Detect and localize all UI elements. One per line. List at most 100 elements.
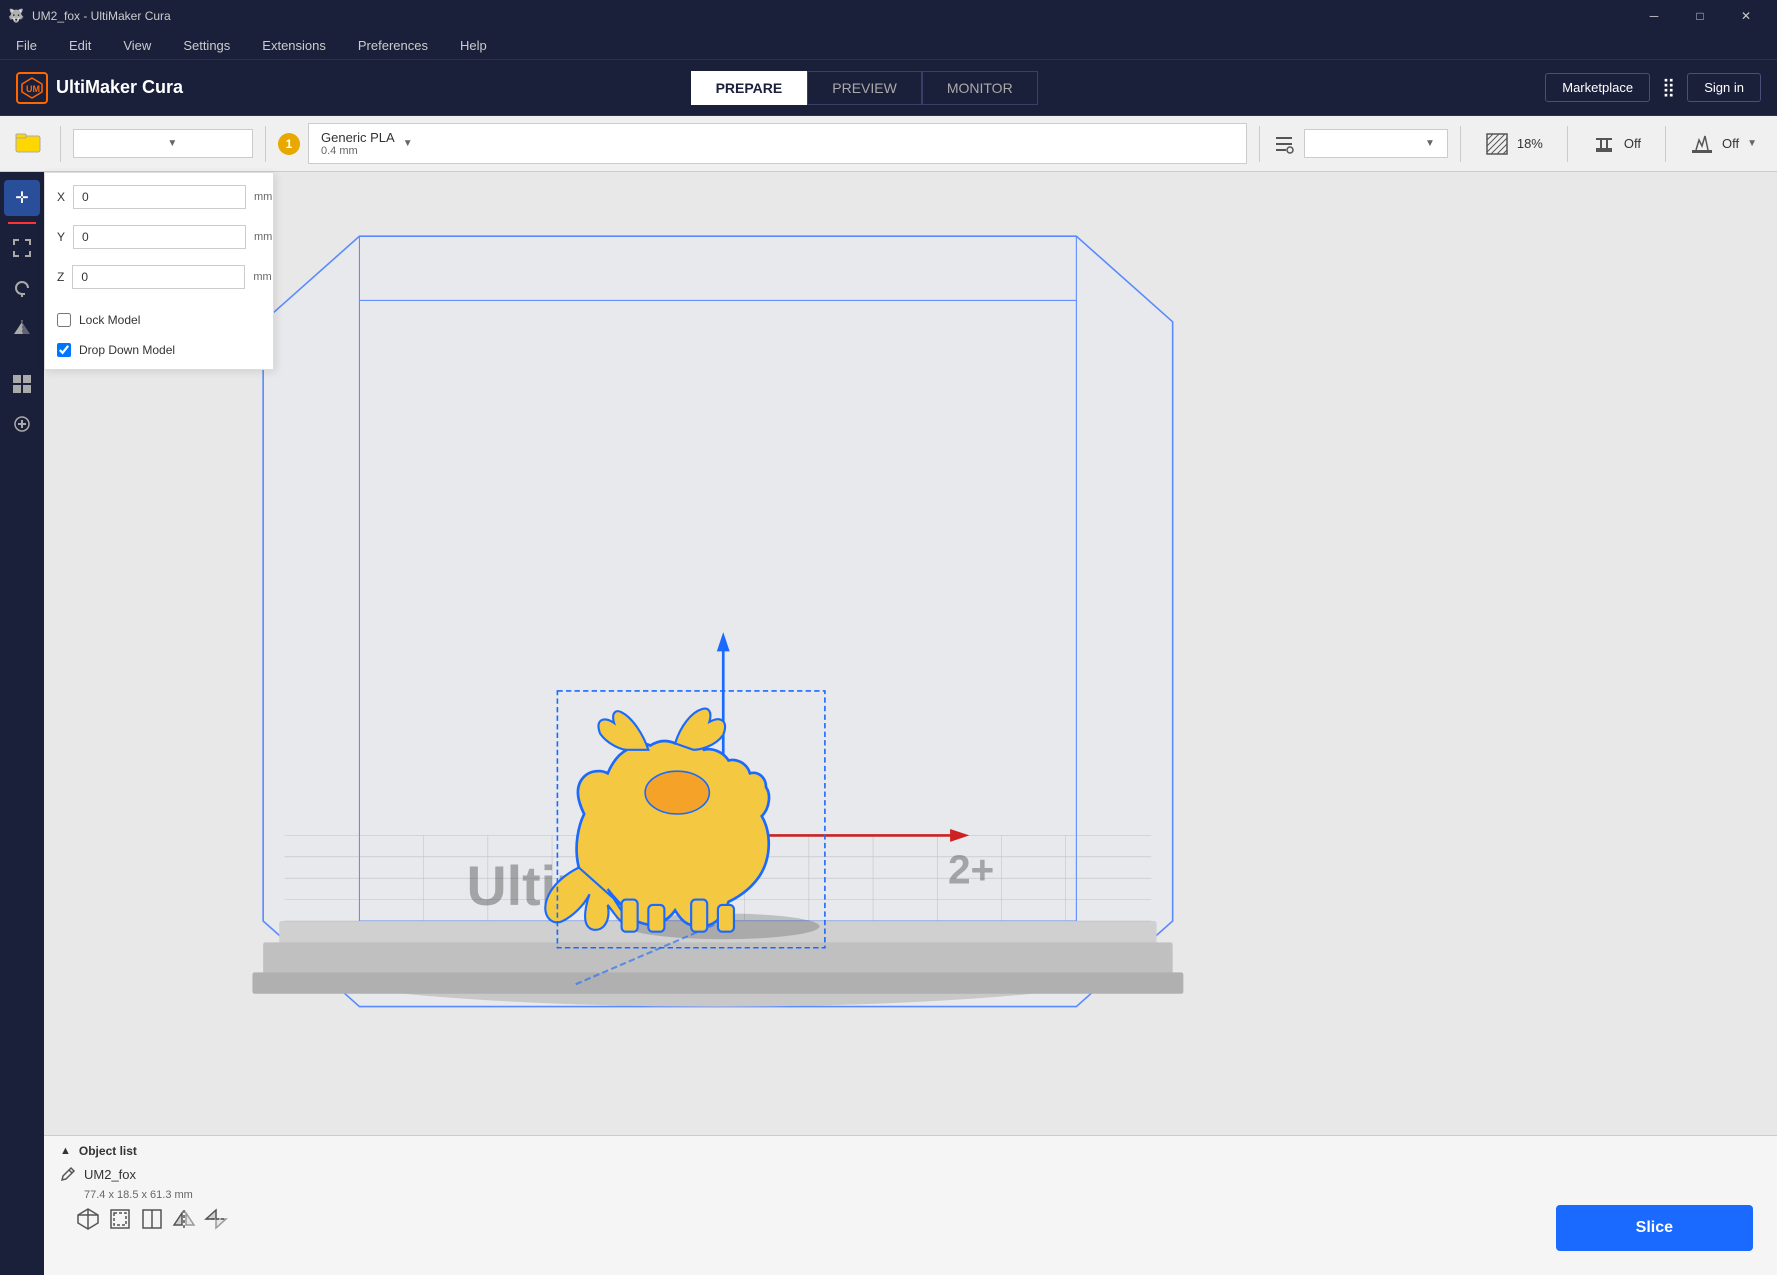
view-front-button[interactable]: [108, 1207, 132, 1236]
x-label: X: [57, 190, 65, 204]
nav-right: Marketplace ⣿ Sign in: [1545, 73, 1761, 102]
logo-icon: UM: [16, 72, 48, 104]
menu-preferences[interactable]: Preferences: [350, 34, 436, 57]
y-coord-row: Y mm: [57, 225, 261, 249]
per-model-settings-icon: [12, 374, 32, 394]
view-side-button[interactable]: [140, 1207, 164, 1236]
support-value: Off: [1624, 136, 1641, 151]
material-info: Generic PLA 0.4 mm: [321, 130, 395, 157]
tab-prepare[interactable]: PREPARE: [691, 71, 808, 105]
open-folder-button[interactable]: [8, 122, 48, 165]
fox-leg-1: [622, 900, 638, 932]
lock-model-checkbox[interactable]: [57, 313, 71, 327]
object-actions: [60, 1207, 1761, 1236]
drop-down-row: Drop Down Model: [57, 343, 261, 357]
y-unit: mm: [254, 231, 272, 243]
drop-down-checkbox[interactable]: [57, 343, 71, 357]
separator-6: [1665, 126, 1666, 162]
tab-preview[interactable]: PREVIEW: [807, 71, 922, 105]
printer-select[interactable]: Ultimaker 2+ ▼: [73, 129, 253, 158]
separator-4: [1460, 126, 1461, 162]
fox-leg-3: [691, 900, 707, 932]
material-size: 0.4 mm: [321, 145, 395, 157]
menu-settings[interactable]: Settings: [175, 34, 238, 57]
z-label: Z: [57, 270, 64, 284]
signin-button[interactable]: Sign in: [1687, 73, 1761, 102]
ultimaker-logo-icon: UM: [20, 76, 44, 100]
left-sidebar: ✛: [0, 172, 44, 1275]
extruder-badge[interactable]: 1: [278, 133, 300, 155]
bottom-panel: ▲ Object list UM2_fox 77.4 x 18.5 x 61.3…: [44, 1135, 1777, 1275]
tool-panel: X mm Y mm Z mm Lock Model Drop Down Mode…: [44, 172, 274, 370]
main-content: ✛: [0, 172, 1777, 1275]
viewport[interactable]: Ultimaker 2+: [44, 172, 1777, 1135]
support-enforcer-button[interactable]: [4, 406, 40, 442]
x-coord-row: X mm: [57, 185, 261, 209]
y-label: Y: [57, 230, 65, 244]
material-select[interactable]: Generic PLA 0.4 mm ▼: [308, 123, 1247, 164]
folder-icon: [14, 128, 42, 156]
view-3d-button[interactable]: [76, 1207, 100, 1236]
drop-down-label: Drop Down Model: [79, 343, 175, 357]
object-list-header[interactable]: ▲ Object list: [60, 1144, 1761, 1158]
adhesion-section: Off ▼: [1678, 126, 1769, 162]
profile-dropdown[interactable]: Normal - 0.15mm ▼: [1304, 129, 1448, 158]
object-dimensions: 77.4 x 18.5 x 61.3 mm: [60, 1186, 1761, 1201]
tab-monitor[interactable]: MONITOR: [922, 71, 1038, 105]
marketplace-button[interactable]: Marketplace: [1545, 73, 1650, 102]
x-input[interactable]: [73, 185, 246, 209]
material-dropdown-arrow: ▼: [403, 138, 413, 149]
rotate-tool-button[interactable]: [4, 270, 40, 306]
minimize-button[interactable]: ─: [1631, 0, 1677, 32]
view-3d-icon: [76, 1207, 100, 1231]
menu-bar: File Edit View Settings Extensions Prefe…: [0, 32, 1777, 60]
x-unit: mm: [254, 191, 272, 203]
rotate-icon: [12, 278, 32, 298]
side-view-icon: [140, 1207, 164, 1231]
y-input[interactable]: [73, 225, 246, 249]
top-nav: UM UltiMaker Cura PREPARE PREVIEW MONITO…: [0, 60, 1777, 116]
move-icon: ✛: [15, 188, 28, 208]
toolbar: Ultimaker 2+ ▼ 1 Generic PLA 0.4 mm ▼ No…: [0, 116, 1777, 172]
z-coord-row: Z mm: [57, 265, 261, 289]
maximize-button[interactable]: □: [1677, 0, 1723, 32]
window-title: UM2_fox - UltiMaker Cura: [32, 9, 1631, 23]
support-enforcer-icon: [12, 414, 32, 434]
close-button[interactable]: ✕: [1723, 0, 1769, 32]
menu-extensions[interactable]: Extensions: [254, 34, 334, 57]
move-tool-button[interactable]: ✛: [4, 180, 40, 216]
separator-5: [1567, 126, 1568, 162]
scale-tool-button[interactable]: [4, 230, 40, 266]
adhesion-dropdown-arrow: ▼: [1747, 138, 1757, 149]
separator-1: [60, 126, 61, 162]
infill-icon: [1485, 132, 1509, 156]
collapse-icon: ▲: [60, 1145, 71, 1157]
fox-snout: [645, 771, 709, 814]
menu-help[interactable]: Help: [452, 34, 495, 57]
sidebar-active-indicator: [8, 222, 36, 224]
svg-text:UM: UM: [26, 84, 40, 94]
object-list-title: Object list: [79, 1144, 137, 1158]
z-input[interactable]: [72, 265, 245, 289]
front-view-icon: [108, 1207, 132, 1231]
menu-file[interactable]: File: [8, 34, 45, 57]
flip-button[interactable]: [204, 1207, 228, 1236]
support-section: Off: [1580, 126, 1653, 162]
infill-value: 18%: [1517, 136, 1543, 151]
lock-model-label: Lock Model: [79, 313, 140, 327]
mirror-tool-button[interactable]: [4, 310, 40, 346]
profile-settings-icon: [1272, 132, 1296, 156]
app-icon: 🐺: [8, 8, 24, 24]
platform-bottom: [252, 972, 1183, 993]
slice-button[interactable]: Slice: [1556, 1205, 1753, 1251]
profile-section: Normal - 0.15mm ▼: [1272, 129, 1448, 158]
fox-leg-4: [718, 905, 734, 932]
material-name: Generic PLA: [321, 130, 395, 145]
grid-button[interactable]: ⣿: [1662, 77, 1675, 98]
menu-view[interactable]: View: [115, 34, 159, 57]
mirror-button[interactable]: [172, 1207, 196, 1236]
title-bar: 🐺 UM2_fox - UltiMaker Cura ─ □ ✕: [0, 0, 1777, 32]
per-model-settings-button[interactable]: [4, 366, 40, 402]
menu-edit[interactable]: Edit: [61, 34, 99, 57]
nav-tabs: PREPARE PREVIEW MONITOR: [691, 71, 1038, 105]
